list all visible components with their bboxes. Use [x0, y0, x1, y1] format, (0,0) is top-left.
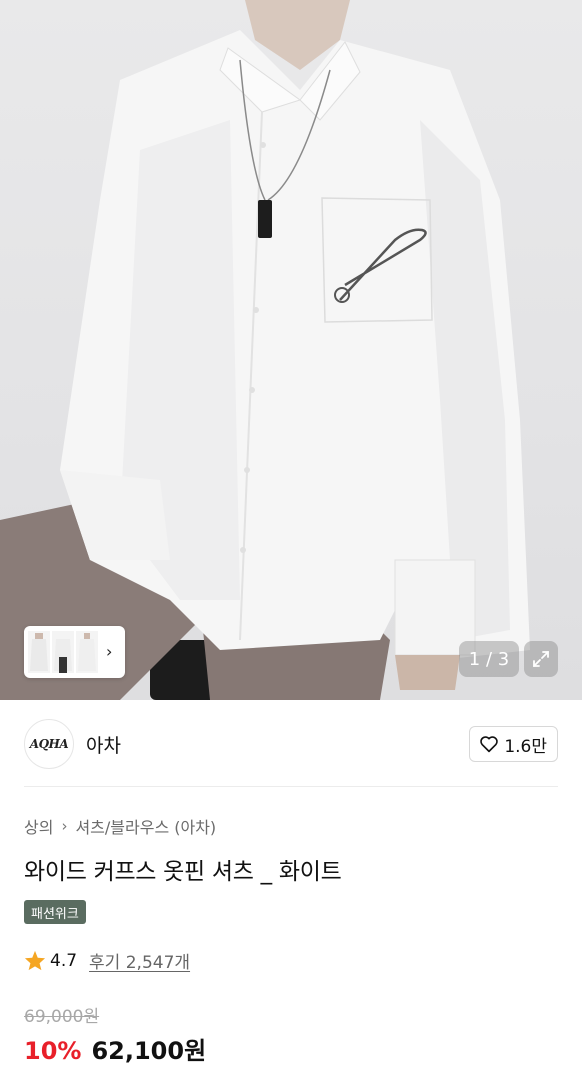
thumbnail-strip[interactable]: › [24, 626, 125, 678]
product-photo [0, 0, 530, 700]
sale-price-row: 10% 62,100원 [24, 1031, 206, 1066]
product-image-gallery[interactable]: › 1 / 3 [0, 0, 582, 700]
brand-logo[interactable]: AQHA [24, 719, 74, 769]
brand-row[interactable]: AQHA 아차 1.6만 [24, 718, 558, 770]
brand-logo-text: AQHA [29, 737, 69, 751]
rating-row: 4.7 후기 2,547개 [24, 948, 190, 973]
event-badge: 패션위크 [24, 900, 86, 924]
discount-rate: 10% [24, 1037, 82, 1065]
product-title: 와이드 커프스 옷핀 셔츠 _ 화이트 [24, 859, 342, 885]
thumbnail-1[interactable] [28, 631, 50, 673]
expand-icon[interactable] [524, 641, 558, 677]
chevron-right-icon: › [61, 817, 68, 835]
like-count: 1.6만 [504, 736, 547, 757]
like-button[interactable]: 1.6만 [469, 726, 558, 762]
breadcrumb: 상의 › 셔츠/블라우스 (아차) [24, 814, 216, 838]
thumbnail-2[interactable] [52, 631, 74, 673]
brand-name[interactable]: 아차 [86, 731, 121, 758]
chevron-right-icon[interactable]: › [106, 644, 112, 660]
reviews-link[interactable]: 후기 2,547개 [89, 948, 190, 973]
original-price: 69,000원 [24, 1007, 100, 1027]
breadcrumb-category[interactable]: 상의 [24, 814, 53, 838]
rating-score: 4.7 [50, 950, 78, 971]
sale-price: 62,100원 [91, 1037, 207, 1065]
thumbnail-3[interactable] [76, 631, 98, 673]
breadcrumb-subcategory[interactable]: 셔츠/블라우스 (아차) [75, 814, 216, 838]
divider [24, 786, 558, 787]
heart-outline-icon [480, 736, 499, 753]
star-icon [24, 950, 46, 971]
image-counter: 1 / 3 [459, 641, 519, 677]
